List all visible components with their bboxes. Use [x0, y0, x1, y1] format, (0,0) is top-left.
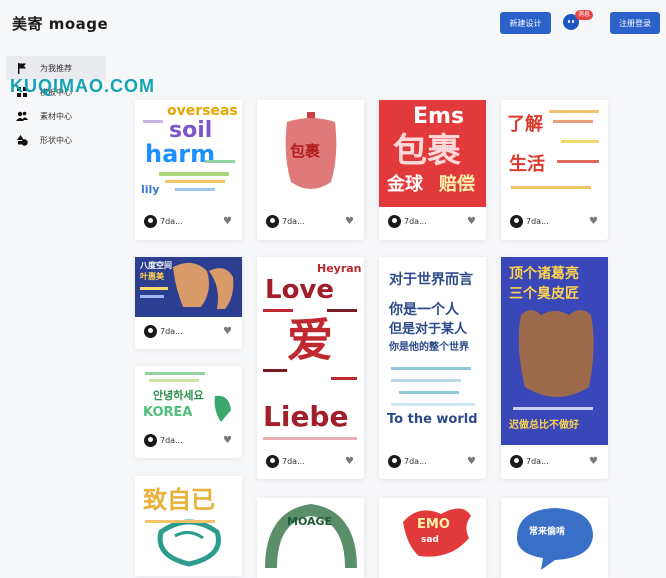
like-icon[interactable]: ♥ [223, 435, 232, 446]
word-cloud-art [265, 503, 357, 569]
card-thumbnail[interactable]: Heyran Love 爱 Liebe [257, 257, 364, 445]
sidebar-item-label: 素材中心 [40, 111, 72, 121]
author-name[interactable]: 7da... [404, 457, 427, 466]
like-icon[interactable]: ♥ [467, 456, 476, 467]
word-cloud-art [391, 367, 475, 406]
card-meta: 7da... ♥ [257, 447, 364, 475]
brand-logo[interactable]: 美寄 moage [12, 13, 108, 34]
card-thumbnail[interactable]: MOAGE [257, 498, 364, 578]
word-cloud-art [140, 262, 234, 309]
new-design-button[interactable]: 新建设计 [500, 12, 551, 34]
cloud-word: sad [421, 535, 439, 545]
template-card[interactable]: 包裹 7da... ♥ [257, 100, 364, 240]
sidebar-item-shapes[interactable]: 形状中心 [0, 128, 110, 152]
card-meta: 7da... ♥ [135, 426, 242, 454]
card-thumbnail[interactable]: 常来偷啃 [501, 498, 608, 578]
cloud-word: 金球 [387, 174, 423, 195]
author-name[interactable]: 7da... [160, 217, 183, 226]
author-name[interactable]: 7da... [282, 457, 305, 466]
cloud-word: Ems [413, 104, 465, 129]
watermark-text: KUQIMAO.COM [10, 76, 155, 96]
like-icon[interactable]: ♥ [223, 326, 232, 337]
avatar[interactable] [266, 214, 279, 228]
shapes-icon [16, 134, 28, 146]
template-card[interactable]: Ems 包裹 金球 赔偿 7da... ♥ [379, 100, 486, 240]
avatar[interactable] [144, 433, 157, 447]
card-meta: 7da... ♥ [257, 207, 364, 235]
word-cloud-art [263, 309, 357, 440]
template-card[interactable]: 常来偷啃 [501, 498, 608, 578]
sidebar-item-label: 为我推荐 [40, 63, 72, 73]
sidebar-item-materials[interactable]: 素材中心 [0, 104, 110, 128]
template-card[interactable]: 八度空间 叶惠美 7da... ♥ [135, 257, 242, 349]
card-thumbnail[interactable]: 对于世界而言 你是一个人 但是对于某人 你是他的整个世界 To the worl… [379, 257, 486, 445]
card-meta: 7da... ♥ [501, 447, 608, 475]
card-meta: 7da... ♥ [379, 207, 486, 235]
template-card[interactable]: 了解 生活 7da... ♥ [501, 100, 608, 240]
cloud-word: 包裹 [290, 142, 321, 160]
card-thumbnail[interactable]: EMO sad [379, 498, 486, 578]
login-button[interactable]: 注册登录 [610, 12, 660, 34]
template-card[interactable]: EMO sad [379, 498, 486, 578]
word-cloud-art [143, 120, 235, 191]
like-icon[interactable]: ♥ [589, 216, 598, 227]
avatar[interactable] [510, 454, 523, 468]
card-thumbnail[interactable]: 包裹 [257, 100, 364, 207]
template-card[interactable]: 顶个诸葛亮 三个臭皮匠 迟做总比不做好 7da... ♥ [501, 257, 608, 479]
card-meta: 7da... ♥ [135, 317, 242, 345]
cloud-word: EMO [417, 517, 450, 532]
like-icon[interactable]: ♥ [345, 456, 354, 467]
card-thumbnail[interactable]: 顶个诸葛亮 三个臭皮匠 迟做总比不做好 [501, 257, 608, 445]
author-name[interactable]: 7da... [160, 436, 183, 445]
author-name[interactable]: 7da... [526, 217, 549, 226]
avatar[interactable] [388, 214, 401, 228]
avatar[interactable] [144, 324, 157, 338]
word-cloud-art [517, 508, 593, 570]
sidebar-item-label: 形状中心 [40, 135, 72, 145]
template-card[interactable]: 안녕하세요 KOREA 7da... ♥ [135, 366, 242, 458]
author-name[interactable]: 7da... [404, 217, 427, 226]
avatar[interactable] [144, 214, 157, 228]
like-icon[interactable]: ♥ [589, 456, 598, 467]
cloud-word: 常来偷啃 [529, 527, 566, 537]
cloud-word: MOAGE [287, 515, 333, 528]
card-meta: 7da... ♥ [135, 207, 242, 235]
template-card[interactable]: 对于世界而言 你是一个人 但是对于某人 你是他的整个世界 To the worl… [379, 257, 486, 479]
card-thumbnail[interactable]: 안녕하세요 KOREA [135, 366, 242, 426]
word-cloud-art [145, 372, 231, 422]
author-name[interactable]: 7da... [526, 457, 549, 466]
author-name[interactable]: 7da... [282, 217, 305, 226]
avatar[interactable] [510, 214, 523, 228]
card-meta: 7da... ♥ [501, 207, 608, 235]
author-name[interactable]: 7da... [160, 327, 183, 336]
template-card[interactable]: overseas soil harm lily 7da... ♥ [135, 100, 242, 240]
word-cloud-art [511, 110, 599, 189]
top-bar: 美寄 moage 新建设计 消息 注册登录 [0, 0, 666, 48]
avatar[interactable] [388, 454, 401, 468]
cloud-word: 赔偿 [439, 174, 475, 195]
template-card[interactable]: 致自已 [135, 476, 242, 576]
word-cloud-art [145, 519, 221, 567]
message-badge: 消息 [575, 10, 594, 20]
like-icon[interactable]: ♥ [345, 216, 354, 227]
card-thumbnail[interactable]: Ems 包裹 金球 赔偿 [379, 100, 486, 207]
template-card[interactable]: MOAGE [257, 498, 364, 578]
avatar[interactable] [266, 454, 279, 468]
card-thumbnail[interactable]: 致自已 [135, 476, 242, 576]
like-icon[interactable]: ♥ [223, 216, 232, 227]
users-icon [16, 110, 28, 122]
flag-icon [16, 62, 28, 74]
word-cloud-art [513, 310, 594, 410]
card-thumbnail[interactable]: 了解 生活 [501, 100, 608, 207]
card-thumbnail[interactable]: 八度空间 叶惠美 [135, 257, 242, 317]
card-meta: 7da... ♥ [379, 447, 486, 475]
sidebar: 为我推荐 模板中心 素材中心 形状中心 [0, 56, 110, 152]
cloud-word: 包裹 [393, 131, 461, 171]
like-icon[interactable]: ♥ [467, 216, 476, 227]
card-thumbnail[interactable]: overseas soil harm lily [135, 100, 242, 207]
template-card[interactable]: Heyran Love 爱 Liebe 7da... ♥ [257, 257, 364, 479]
